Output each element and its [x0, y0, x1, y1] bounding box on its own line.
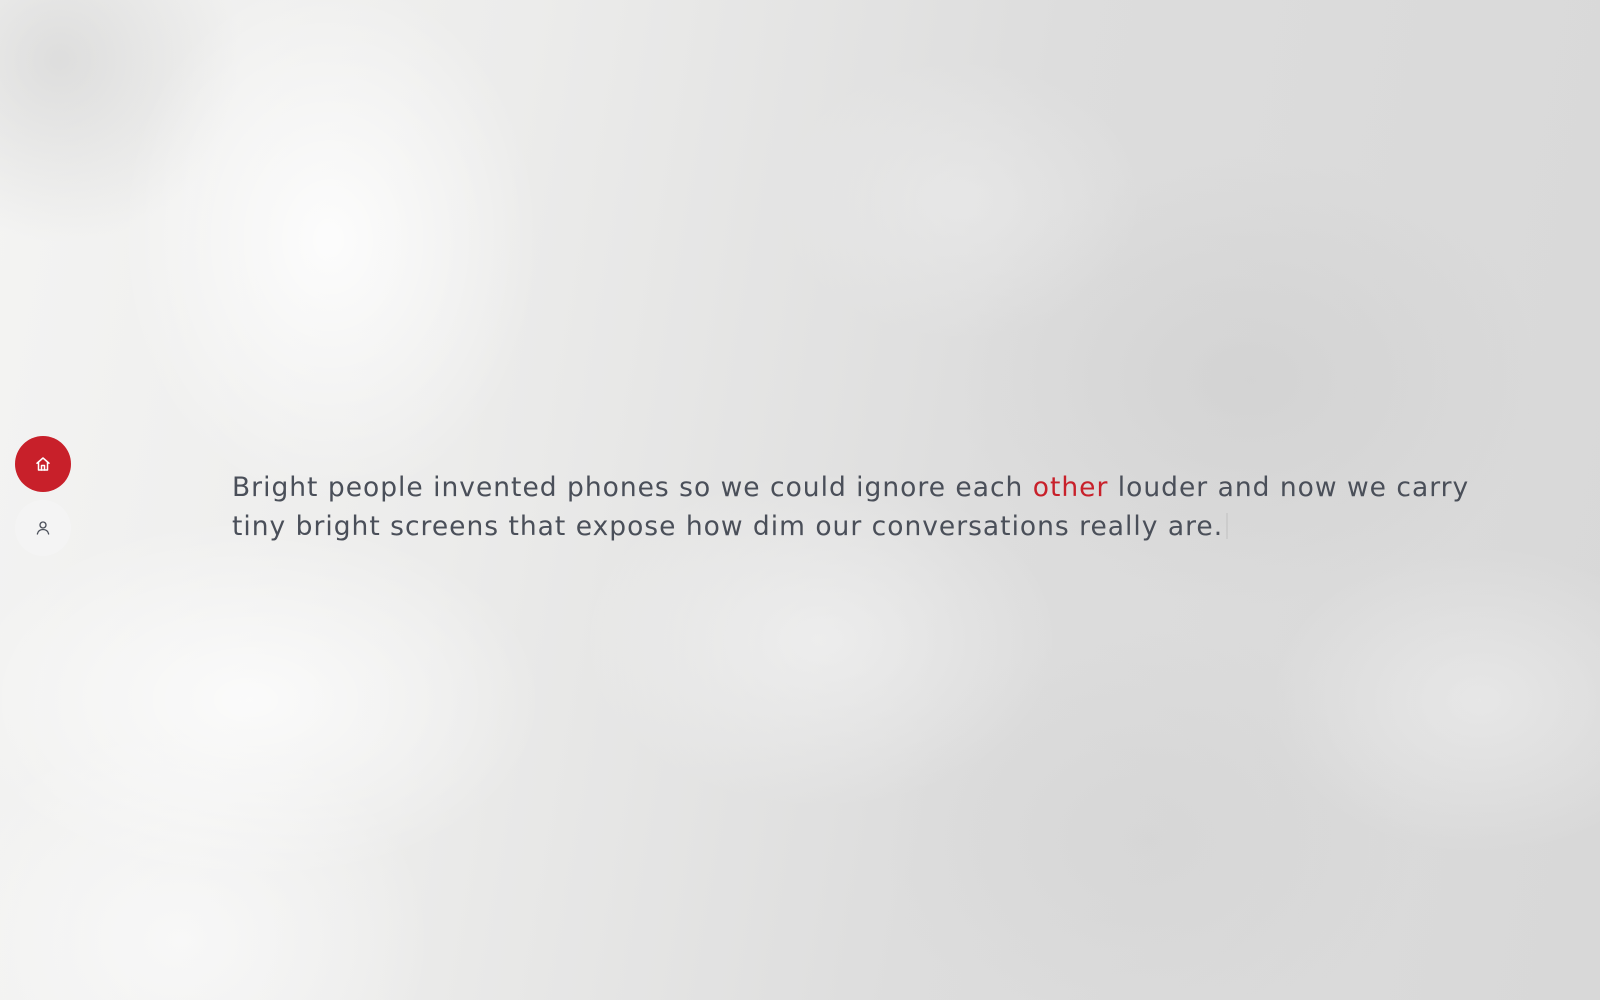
home-button[interactable]: [15, 436, 71, 492]
profile-button[interactable]: [15, 500, 71, 556]
user-icon: [34, 519, 52, 537]
typing-caret: [1226, 513, 1229, 539]
home-icon: [34, 455, 52, 473]
quote-highlight-word: other: [1032, 472, 1109, 503]
side-nav: [14, 436, 72, 556]
typed-quote: Bright people invented phones so we coul…: [232, 468, 1532, 546]
quote-text-start: Bright people invented phones so we coul…: [232, 472, 1033, 503]
